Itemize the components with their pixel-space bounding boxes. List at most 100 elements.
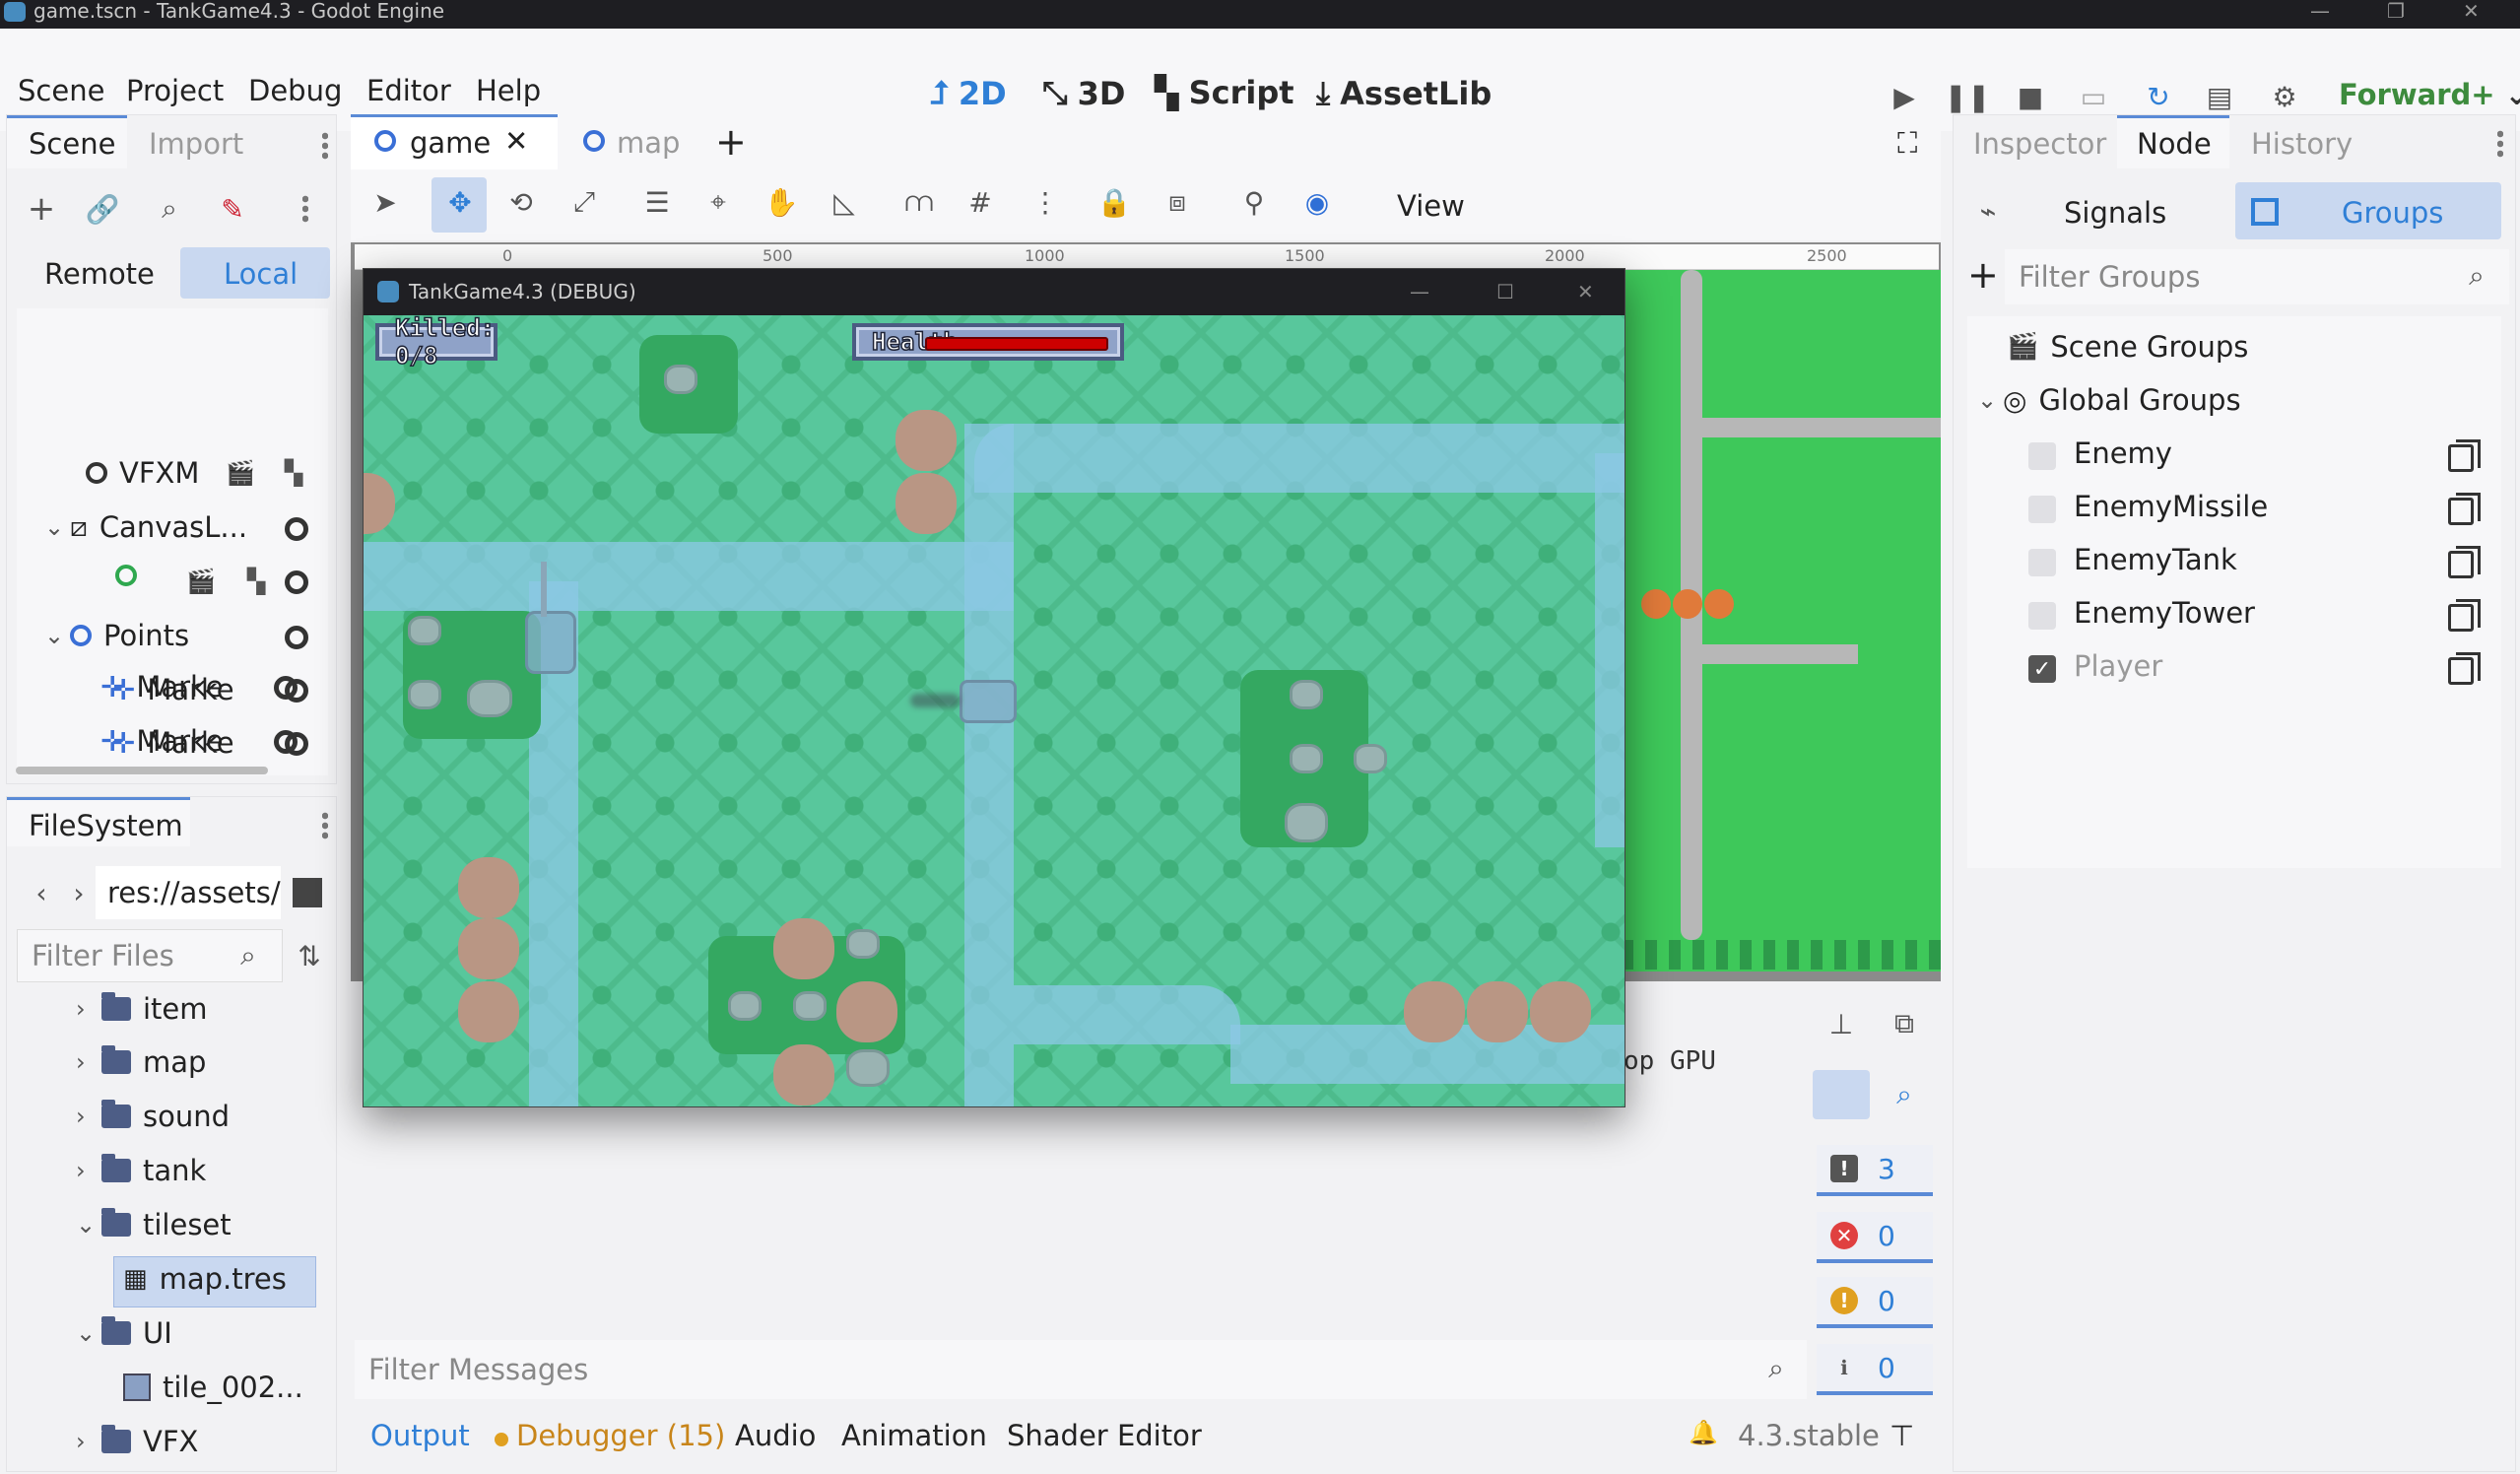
copy-icon[interactable] bbox=[2448, 546, 2481, 578]
scale-tool-icon[interactable]: ⤢ bbox=[567, 185, 601, 219]
select-tool-icon[interactable]: ➤ bbox=[368, 185, 402, 219]
tab-animation[interactable]: Animation bbox=[841, 1419, 987, 1452]
bone-icon[interactable]: ⚲ bbox=[1237, 185, 1271, 219]
dock-menu-icon[interactable] bbox=[2497, 129, 2503, 159]
fs-folder-tileset[interactable]: ⌄ tileset bbox=[76, 1208, 232, 1241]
workspace-assetlib[interactable]: ⤓ AssetLib bbox=[1316, 74, 1492, 112]
camera-override-icon[interactable]: ◉ bbox=[1300, 185, 1334, 219]
tree-item-canvaslayer[interactable]: ⌄ ⧄ CanvasL... bbox=[44, 510, 247, 544]
minimize-icon[interactable]: — bbox=[1410, 269, 1429, 315]
add-scene-tab-icon[interactable]: + bbox=[715, 120, 747, 164]
fs-folder-tank[interactable]: › tank bbox=[76, 1154, 206, 1187]
pause-icon[interactable]: ❚❚ bbox=[1945, 80, 1991, 113]
sort-icon[interactable]: ⇅ bbox=[293, 939, 326, 972]
fs-folder-ui[interactable]: ⌄ UI bbox=[76, 1316, 172, 1350]
copy-icon[interactable] bbox=[2448, 439, 2481, 472]
global-groups-row[interactable]: ⌄ ◎ Global Groups bbox=[1977, 383, 2241, 417]
search-icon[interactable]: ⌕ bbox=[153, 192, 186, 226]
tree-item-vfxm[interactable]: VFXM bbox=[86, 456, 199, 490]
game-canvas[interactable]: Killed: 0/8 Health bbox=[364, 315, 1625, 1106]
list-select-icon[interactable]: ☰ bbox=[640, 185, 674, 219]
scene-groups-row[interactable]: 🎬 Scene Groups bbox=[2007, 330, 2248, 364]
clapper-icon[interactable]: 🎬 bbox=[184, 565, 218, 598]
visibility-eye-icon[interactable] bbox=[285, 517, 308, 541]
filter-groups-input[interactable]: Filter Groups bbox=[2005, 249, 2509, 304]
error-counter[interactable]: ✕ 0 bbox=[1817, 1212, 1933, 1263]
fs-folder-item[interactable]: › item bbox=[76, 992, 208, 1026]
tab-output[interactable]: Output bbox=[370, 1419, 470, 1452]
info-counter[interactable]: ℹ0 bbox=[1817, 1344, 1933, 1395]
visibility-eye-icon[interactable] bbox=[285, 570, 308, 594]
tab-history[interactable]: History bbox=[2251, 127, 2353, 161]
pin-panel-icon[interactable]: ⊤ bbox=[1890, 1419, 1914, 1452]
play-icon[interactable]: ▶ bbox=[1888, 80, 1921, 113]
add-node-icon[interactable]: + bbox=[25, 189, 58, 229]
remote-button[interactable]: Remote bbox=[44, 257, 155, 291]
script-attached-icon[interactable]: ▚ bbox=[239, 565, 273, 598]
filter-messages-input[interactable]: Filter Messages bbox=[355, 1340, 1807, 1399]
message-counter[interactable]: ! 3 bbox=[1817, 1145, 1933, 1196]
visibility-eye-icon[interactable] bbox=[274, 676, 298, 700]
stop-icon[interactable]: ■ bbox=[2014, 80, 2047, 113]
fs-folder-sound[interactable]: › sound bbox=[76, 1100, 230, 1133]
group-checkbox[interactable] bbox=[2028, 442, 2056, 470]
split-view-icon[interactable] bbox=[293, 878, 322, 907]
fs-folder-map[interactable]: › map bbox=[76, 1045, 206, 1079]
movie-maker-icon[interactable]: ▤ bbox=[2203, 80, 2236, 113]
pivot-tool-icon[interactable]: ⌖ bbox=[701, 185, 735, 219]
close-window-icon[interactable]: ✕ bbox=[2463, 0, 2480, 22]
remote-deploy-icon[interactable]: ▭ bbox=[2077, 80, 2110, 113]
close-tab-icon[interactable]: ✕ bbox=[504, 124, 528, 158]
menu-project[interactable]: Project bbox=[126, 74, 224, 107]
filesystem-menu-icon[interactable] bbox=[322, 811, 328, 840]
reload-icon[interactable]: ↻ bbox=[2142, 80, 2175, 113]
clapper-icon[interactable]: 🎬 bbox=[224, 456, 257, 490]
maximize-icon[interactable]: ☐ bbox=[1496, 269, 1514, 315]
copy-icon[interactable] bbox=[2448, 652, 2481, 685]
rotate-tool-icon[interactable]: ⟲ bbox=[504, 185, 538, 219]
group-checkbox[interactable] bbox=[2028, 602, 2056, 630]
tab-debugger[interactable]: Debugger (15) bbox=[516, 1419, 725, 1452]
workspace-3d[interactable]: ⤡ 3D bbox=[1042, 74, 1125, 112]
workspace-2d[interactable]: ⮥ 2D bbox=[930, 74, 1007, 112]
add-group-icon[interactable]: + bbox=[1967, 253, 1999, 297]
lock-icon[interactable]: 🔒 bbox=[1097, 185, 1132, 219]
workspace-script[interactable]: ▚ Script bbox=[1155, 74, 1294, 111]
group-icon[interactable]: ⧈ bbox=[1161, 185, 1194, 219]
copy-output-icon[interactable]: ⧉ bbox=[1888, 1007, 1921, 1040]
scene-tree-hscrollbar[interactable] bbox=[16, 767, 268, 774]
move-tool-icon[interactable]: ✥ bbox=[443, 185, 477, 219]
game-window-titlebar[interactable]: TankGame4.3 (DEBUG) — ☐ ✕ bbox=[364, 269, 1625, 315]
close-window-icon[interactable]: ✕ bbox=[1577, 269, 1594, 315]
ruler-tool-icon[interactable]: ◺ bbox=[828, 185, 861, 219]
copy-icon[interactable] bbox=[2448, 599, 2481, 632]
menu-help[interactable]: Help bbox=[476, 74, 541, 107]
notification-bell-icon[interactable]: 🔔 bbox=[1689, 1419, 1718, 1446]
smart-snap-icon[interactable]: ⩋ bbox=[902, 185, 936, 219]
copy-icon[interactable] bbox=[2448, 493, 2481, 525]
tree-item-control[interactable] bbox=[115, 565, 137, 586]
visibility-eye-icon[interactable] bbox=[274, 730, 298, 754]
fs-folder-vfx[interactable]: › VFX bbox=[76, 1425, 198, 1458]
game-debug-window[interactable]: TankGame4.3 (DEBUG) — ☐ ✕ Killed: 0/8 He… bbox=[363, 268, 1625, 1107]
group-checkbox[interactable] bbox=[2028, 549, 2056, 576]
tab-shader-editor[interactable]: Shader Editor bbox=[1007, 1419, 1202, 1452]
menu-scene[interactable]: Scene bbox=[18, 74, 104, 107]
snap-options-icon[interactable]: ⋮ bbox=[1028, 185, 1062, 219]
group-checkbox[interactable] bbox=[2028, 496, 2056, 523]
link-icon[interactable]: 🔗 bbox=[86, 192, 120, 226]
tree-item-marker[interactable]: ✛ Marke bbox=[100, 670, 224, 704]
scene-tools-menu-icon[interactable] bbox=[302, 194, 308, 224]
tab-audio[interactable]: Audio bbox=[735, 1419, 816, 1452]
fs-file-tile[interactable]: tile_002... bbox=[123, 1371, 303, 1404]
group-checkbox-checked[interactable]: ✓ bbox=[2028, 655, 2056, 683]
tab-inspector[interactable]: Inspector bbox=[1973, 127, 2106, 161]
script-attached-icon[interactable]: ▚ bbox=[277, 456, 310, 490]
tree-item-marker[interactable]: ✛ Marke bbox=[100, 724, 224, 758]
signals-button[interactable]: Signals bbox=[2064, 196, 2166, 230]
run-scene-icon[interactable]: ⚙ bbox=[2268, 80, 2301, 113]
clear-output-icon[interactable]: ⊥ bbox=[1824, 1007, 1858, 1040]
minimize-icon[interactable]: — bbox=[2310, 0, 2330, 22]
visibility-eye-icon[interactable] bbox=[285, 626, 308, 649]
forward-icon[interactable]: › bbox=[62, 876, 96, 909]
